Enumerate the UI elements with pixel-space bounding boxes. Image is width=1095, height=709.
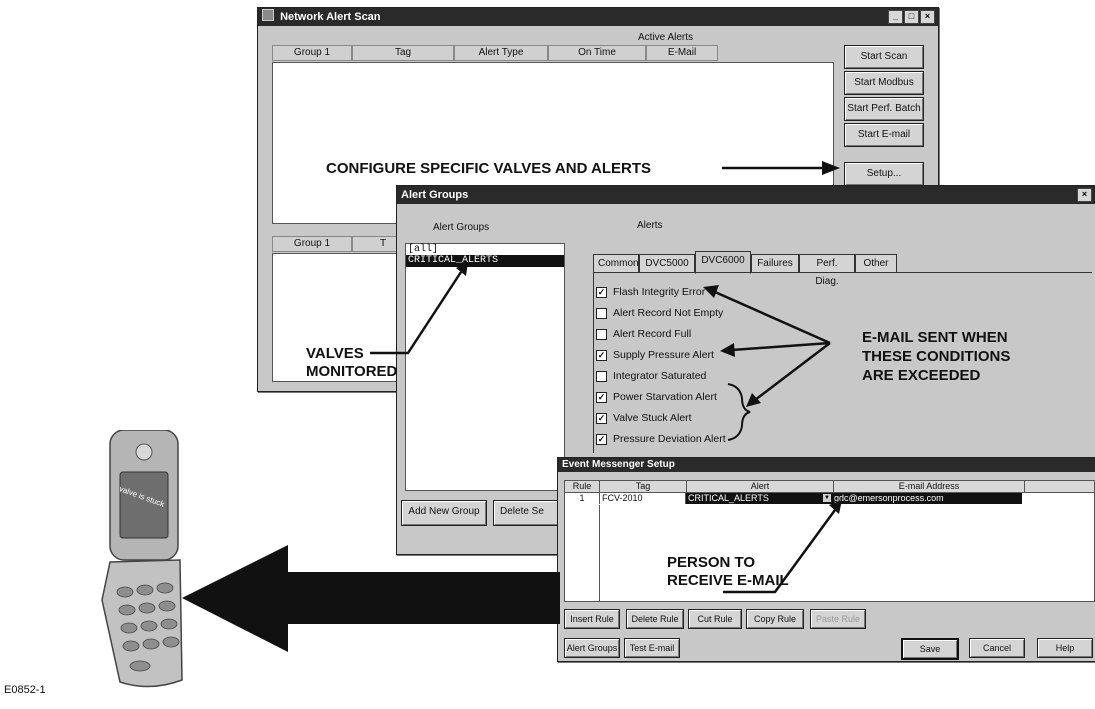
annotation-valves-line2: MONITORED: [306, 363, 398, 380]
annotation-person-line2: RECEIVE E-MAIL: [667, 572, 789, 589]
annotation-email-line2: THESE CONDITIONS: [862, 348, 1011, 365]
figure-id: E0852-1: [4, 684, 46, 696]
annotation-email-line1: E-MAIL SENT WHEN: [862, 329, 1008, 346]
annotation-valves-line1: VALVES: [306, 345, 364, 362]
annotation-configure: CONFIGURE SPECIFIC VALVES AND ALERTS: [326, 160, 652, 177]
annotation-email-line3: ARE EXCEEDED: [862, 367, 981, 384]
annotation-person-line1: PERSON TO: [667, 554, 756, 571]
